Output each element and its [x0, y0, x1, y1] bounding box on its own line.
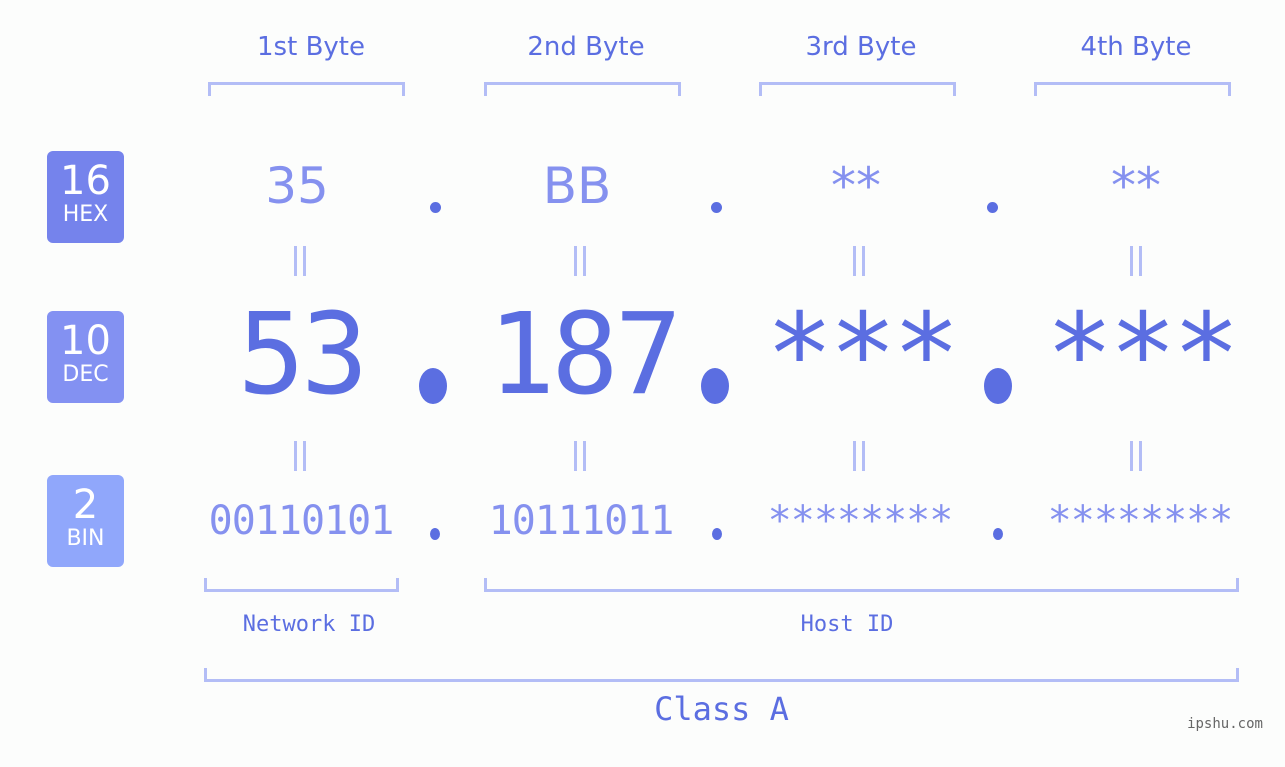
hex-separator-dot: [711, 202, 722, 213]
byte-bracket-2: [484, 82, 681, 96]
bin-value-3: ********: [767, 498, 954, 544]
equals-icon: [291, 441, 309, 471]
dec-badge-number: 10: [60, 318, 111, 364]
equals-icon: [850, 246, 868, 276]
bin-value-4: ********: [1047, 498, 1234, 544]
class-label: Class A: [654, 690, 789, 728]
bin-value-2: 10111011: [488, 498, 675, 544]
bin-value-1: 00110101: [208, 498, 395, 544]
host-id-label: Host ID: [800, 612, 894, 637]
hex-value-1: 35: [265, 157, 329, 215]
dec-value-3: ***: [765, 290, 960, 420]
dec-badge-label: DEC: [62, 362, 109, 387]
bin-separator-dot: [993, 528, 1003, 540]
network-id-label: Network ID: [242, 612, 376, 637]
bin-separator-dot: [712, 528, 722, 540]
byte-label-4: 4th Byte: [1080, 32, 1192, 62]
bin-badge-label: BIN: [66, 526, 105, 551]
hex-badge-number: 16: [60, 158, 111, 204]
hex-separator-dot: [987, 202, 998, 213]
equals-icon: [291, 246, 309, 276]
network-id-bracket: [204, 578, 399, 592]
equals-icon: [571, 246, 589, 276]
byte-label-2: 2nd Byte: [527, 32, 645, 62]
hex-badge: 16 HEX: [47, 151, 124, 243]
hex-value-3: **: [831, 157, 881, 215]
bin-badge-number: 2: [72, 482, 99, 528]
dec-separator-dot: [419, 368, 447, 404]
bin-separator-dot: [430, 528, 440, 540]
byte-bracket-4: [1034, 82, 1231, 96]
equals-icon: [850, 441, 868, 471]
byte-bracket-1: [208, 82, 405, 96]
hex-value-2: BB: [542, 157, 612, 215]
host-id-bracket: [484, 578, 1239, 592]
dec-badge: 10 DEC: [47, 311, 124, 403]
class-bracket: [204, 668, 1239, 682]
byte-label-3: 3rd Byte: [805, 32, 917, 62]
equals-icon: [1127, 441, 1145, 471]
hex-value-4: **: [1111, 157, 1161, 215]
hex-badge-label: HEX: [62, 202, 109, 227]
hex-separator-dot: [430, 202, 441, 213]
dec-value-4: ***: [1045, 290, 1240, 420]
watermark: ipshu.com: [1187, 716, 1263, 732]
equals-icon: [571, 441, 589, 471]
bin-badge: 2 BIN: [47, 475, 124, 567]
byte-label-1: 1st Byte: [257, 32, 365, 62]
equals-icon: [1127, 246, 1145, 276]
dec-separator-dot: [701, 368, 729, 404]
dec-separator-dot: [984, 368, 1012, 404]
dec-value-1: 53: [237, 290, 369, 420]
dec-value-2: 187: [487, 290, 682, 420]
byte-bracket-3: [759, 82, 956, 96]
